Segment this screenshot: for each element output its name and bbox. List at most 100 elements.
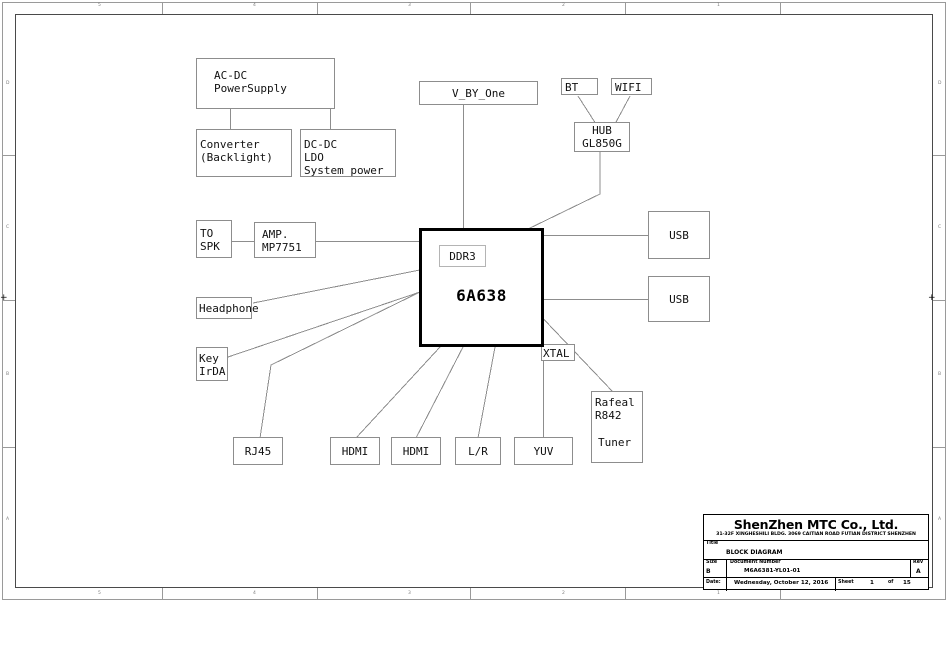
- wire-spk-amp: [231, 241, 255, 242]
- frame-col-bottom-2: 2: [562, 591, 565, 596]
- block-ac-dc-power-supply-label: AC-DC PowerSupply: [214, 69, 287, 95]
- block-hub-gl850g-label: HUB GL850G: [582, 124, 622, 150]
- title-block-vline-rev: [910, 559, 911, 577]
- block-tuner-type-label: Tuner: [598, 436, 632, 449]
- date-label: Date:: [706, 580, 721, 585]
- frame-tick-top-3: [470, 2, 471, 14]
- frame-row-right-B: B: [938, 372, 942, 377]
- block-bt[interactable]: BT: [561, 78, 598, 95]
- wire-acdc-dcdc: [330, 109, 331, 129]
- block-converter-backlight[interactable]: Converter (Backlight): [196, 129, 292, 177]
- block-soc-main-label: 6A638: [456, 286, 507, 305]
- title-field-label: Title: [706, 541, 719, 546]
- block-lr-audio-label: L/R: [468, 444, 488, 458]
- wire-vbyone-soc: [463, 105, 464, 229]
- block-xtal[interactable]: XTAL: [541, 344, 575, 361]
- document-number-label: Document Number: [730, 560, 781, 565]
- block-hdmi-1-label: HDMI: [341, 444, 369, 458]
- block-ddr3-memory[interactable]: DDR3: [439, 245, 486, 267]
- block-amp-mp7751[interactable]: AMP. MP7751: [254, 222, 316, 258]
- title-field-value: BLOCK DIAGRAM: [726, 549, 783, 556]
- sheet-number-value: 1: [870, 580, 874, 586]
- frame-tick-top-1: [162, 2, 163, 14]
- frame-row-right-D: D: [938, 81, 942, 86]
- block-rafeal-r842-tuner[interactable]: Rafeal R842 Tuner: [591, 391, 643, 463]
- block-ac-dc-power-supply[interactable]: AC-DC PowerSupply: [196, 58, 335, 109]
- frame-tick-right-1: [933, 155, 946, 156]
- block-usb-2-label: USB: [669, 292, 689, 306]
- frame-col-bottom-5: 5: [98, 591, 101, 596]
- block-soc-main[interactable]: DDR3 6A638: [419, 228, 544, 347]
- block-dc-dc-ldo-system-power[interactable]: DC-DC LDO System power: [300, 129, 396, 177]
- block-usb-2[interactable]: USB: [648, 276, 710, 322]
- frame-tick-left-1: [2, 155, 15, 156]
- sheet-total-value: 15: [903, 580, 911, 586]
- block-yuv[interactable]: YUV: [514, 437, 573, 465]
- frame-origin-marker-left: +: [0, 293, 8, 303]
- title-block: ShenZhen MTC Co., Ltd. 31-32F XINGHESHIL…: [703, 514, 929, 591]
- frame-tick-bottom-3: [470, 588, 471, 600]
- block-lr-audio[interactable]: L/R: [455, 437, 501, 465]
- block-key-irda-label: Key IrDA: [199, 352, 226, 378]
- block-to-spk[interactable]: TO SPK: [196, 220, 232, 258]
- block-hub-gl850g[interactable]: HUB GL850G: [574, 122, 630, 152]
- revision-label: Rev: [913, 560, 924, 565]
- frame-tick-bottom-4: [625, 588, 626, 600]
- block-xtal-label: XTAL: [543, 347, 570, 360]
- frame-row-left-A: A: [6, 517, 10, 522]
- company-name: ShenZhen MTC Co., Ltd.: [733, 517, 899, 532]
- wire-acdc-converter: [230, 109, 231, 129]
- frame-col-top-1: 1: [717, 3, 720, 8]
- title-block-vline-size: [726, 559, 727, 577]
- block-ddr3-memory-label: DDR3: [449, 249, 476, 263]
- block-converter-backlight-label: Converter (Backlight): [200, 138, 273, 164]
- block-hdmi-1[interactable]: HDMI: [330, 437, 380, 465]
- title-block-vline-date: [726, 577, 727, 591]
- block-amp-mp7751-label: AMP. MP7751: [262, 228, 302, 254]
- block-headphone[interactable]: Headphone: [196, 297, 259, 319]
- frame-row-left-D: D: [6, 81, 10, 86]
- frame-tick-bottom-1: [162, 588, 163, 600]
- block-usb-1-label: USB: [669, 228, 689, 242]
- block-bt-label: BT: [565, 81, 579, 94]
- block-key-irda[interactable]: Key IrDA: [196, 347, 228, 381]
- frame-tick-right-3: [933, 447, 946, 448]
- block-usb-1[interactable]: USB: [648, 211, 710, 259]
- sheet-label: Sheet: [838, 580, 854, 585]
- revision-value: A: [916, 568, 921, 575]
- block-hdmi-2-label: HDMI: [402, 444, 430, 458]
- block-rafeal-r842-label: Rafeal R842: [595, 396, 635, 422]
- frame-col-bottom-3: 3: [408, 591, 411, 596]
- frame-tick-top-5: [780, 2, 781, 14]
- block-v-by-one[interactable]: V_BY_One: [419, 81, 538, 105]
- title-block-vline-sheet: [835, 577, 836, 591]
- frame-col-top-2: 2: [562, 3, 565, 8]
- frame-row-left-C: C: [6, 225, 10, 230]
- date-value: Wednesday, October 12, 2016: [734, 580, 829, 586]
- frame-col-bottom-4: 4: [253, 591, 256, 596]
- frame-tick-top-4: [625, 2, 626, 14]
- frame-col-bottom-1: 1: [717, 591, 720, 596]
- frame-col-top-4: 4: [253, 3, 256, 8]
- document-number-value: M6A6381-YL01-01: [744, 568, 801, 574]
- size-value: B: [706, 568, 711, 575]
- frame-tick-left-3: [2, 447, 15, 448]
- block-v-by-one-label: V_BY_One: [452, 86, 505, 100]
- block-rj45[interactable]: RJ45: [233, 437, 283, 465]
- block-hdmi-2[interactable]: HDMI: [391, 437, 441, 465]
- block-rj45-label: RJ45: [244, 444, 272, 458]
- company-address: 31-32F XINGHESHILI BLDG. 3069 CAITIAN RO…: [716, 532, 916, 537]
- block-wifi-label: WIFI: [615, 81, 642, 94]
- frame-col-top-3: 3: [408, 3, 411, 8]
- title-block-divider-1: [704, 540, 928, 541]
- block-wifi[interactable]: WIFI: [611, 78, 652, 95]
- frame-col-top-5: 5: [98, 3, 101, 8]
- sheet-of-label: of: [888, 580, 894, 585]
- frame-origin-marker-right: +: [928, 293, 936, 303]
- wire-amp-soc: [315, 241, 420, 242]
- frame-row-left-B: B: [6, 372, 10, 377]
- block-yuv-label: YUV: [533, 444, 554, 458]
- frame-tick-bottom-2: [317, 588, 318, 600]
- block-dc-dc-ldo-system-power-label: DC-DC LDO System power: [304, 138, 384, 177]
- frame-row-right-A: A: [938, 517, 942, 522]
